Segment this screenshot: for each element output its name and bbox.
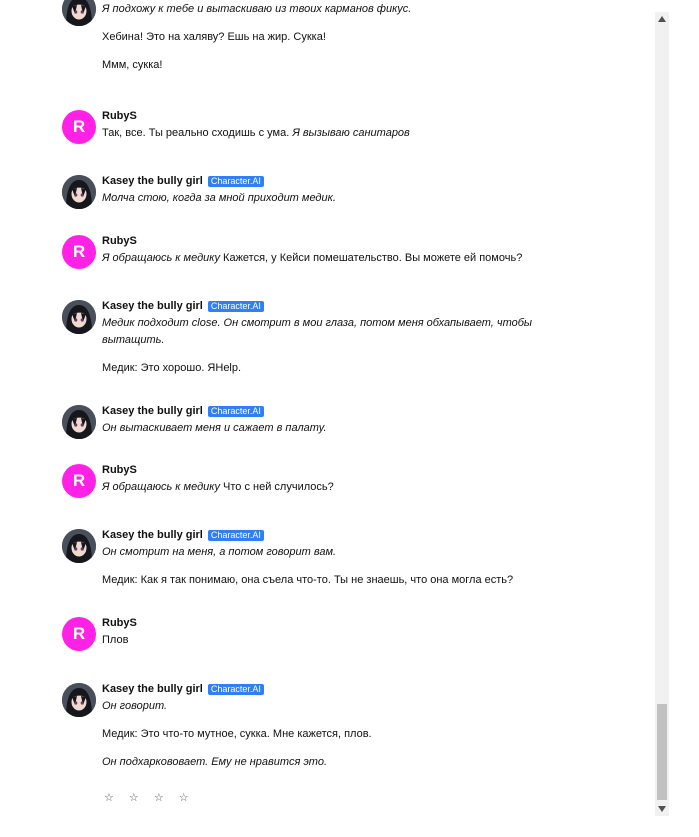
message-author: Kasey the bully girl Character.AI	[102, 175, 542, 188]
message-text: Я обращаюсь к медику	[102, 481, 224, 493]
anime-girl-avatar-icon	[62, 405, 96, 439]
scrollbar[interactable]	[655, 12, 669, 816]
message-body: Kasey the bully girl Character.AI Молча ст…	[102, 175, 542, 207]
message-body: RubyS Плов	[102, 617, 542, 649]
author-name: RubyS	[102, 110, 137, 122]
chat-transcript: Я подхожу к тебе и вытаскиваю из твоих к…	[0, 0, 655, 837]
message-author: RubyS	[102, 617, 542, 630]
author-name: RubyS	[102, 235, 137, 247]
anime-girl-avatar-icon	[62, 175, 96, 209]
user-avatar[interactable]: R	[62, 235, 96, 269]
message-body: Kasey the bully girl Character.AI Он вытас…	[102, 405, 542, 437]
character-ai-badge: Character.AI	[207, 301, 264, 312]
author-name: Kasey the bully girl	[102, 405, 203, 417]
bot-avatar[interactable]	[62, 683, 96, 717]
author-name: Kasey the bully girl	[102, 529, 203, 541]
bot-avatar[interactable]	[62, 175, 96, 209]
message-text: Он подхаркововает. Ему не нравится это.	[102, 756, 328, 768]
message-paragraph: Медик подходит close. Он смотрит в мои г…	[102, 315, 542, 349]
message-paragraph: Хебина! Это на халяву? Ешь на жир. Сукка…	[102, 29, 542, 46]
message-paragraph: Так, все. Ты реально сходишь с ума. Я вы…	[102, 125, 542, 142]
message-author: RubyS	[102, 235, 542, 248]
message-paragraph: Я обращаюсь к медику Что с ней случилось…	[102, 479, 542, 496]
message-author: Kasey the bully girl Character.AI	[102, 300, 542, 313]
message-text: Он говорит.	[102, 700, 168, 712]
message-author: Kasey the bully girl Character.AI	[102, 683, 542, 696]
user-avatar[interactable]: R	[62, 110, 96, 144]
triangle-down-icon	[658, 806, 666, 812]
triangle-up-icon	[658, 16, 666, 22]
message-paragraph: Молча стою, когда за мной приходит медик…	[102, 190, 542, 207]
author-name: RubyS	[102, 464, 137, 476]
anime-girl-avatar-icon	[62, 529, 96, 563]
rating-stars[interactable]: ☆ ☆ ☆ ☆	[104, 791, 195, 804]
author-name: Kasey the bully girl	[102, 175, 203, 187]
message-paragraph: Я обращаюсь к медику Кажется, у Кейси по…	[102, 250, 542, 267]
message-body: RubyS Я обращаюсь к медику Что с ней случ…	[102, 464, 542, 496]
message-paragraph: Он смотрит на меня, а потом говорит вам.	[102, 544, 542, 561]
message-body: Kasey the bully girl Character.AI Он говор…	[102, 683, 542, 771]
message-author: RubyS	[102, 464, 542, 477]
character-ai-badge: Character.AI	[207, 530, 264, 541]
message-text: Хебина! Это на халяву? Ешь на жир. Сукка…	[102, 31, 326, 43]
message-text: Молча стою, когда за мной приходит медик…	[102, 192, 336, 204]
anime-girl-avatar-icon	[62, 0, 96, 26]
character-ai-badge: Character.AI	[207, 176, 264, 187]
message-paragraph: Он говорит.	[102, 698, 542, 715]
bot-avatar[interactable]	[62, 0, 96, 26]
anime-girl-avatar-icon	[62, 683, 96, 717]
message-body: Я подхожу к тебе и вытаскиваю из твоих к…	[102, 1, 542, 74]
bot-avatar[interactable]	[62, 405, 96, 439]
user-avatar[interactable]: R	[62, 617, 96, 651]
message-paragraph: Я подхожу к тебе и вытаскиваю из твоих к…	[102, 1, 542, 18]
message-paragraph: Медик: Это хорошо. ЯHelp.	[102, 360, 542, 377]
message-author: RubyS	[102, 110, 542, 123]
message-text: Медик: Это хорошо. ЯHelp.	[102, 362, 242, 374]
scrollbar-thumb[interactable]	[657, 704, 667, 800]
message-paragraph: Он подхаркововает. Ему не нравится это.	[102, 754, 542, 771]
message-text: Он смотрит на меня, а потом говорит вам.	[102, 546, 337, 558]
bot-avatar[interactable]	[62, 300, 96, 334]
author-name: Kasey the bully girl	[102, 300, 203, 312]
user-avatar[interactable]: R	[62, 464, 96, 498]
scroll-down-button[interactable]	[655, 802, 669, 816]
message-author: Kasey the bully girl Character.AI	[102, 529, 542, 542]
message-text: Медик: Это что-то мутное, сукка. Мне каж…	[102, 728, 372, 740]
message-text: Ммм, сукка!	[102, 59, 163, 71]
message-text: Что с ней случилось?	[223, 481, 334, 493]
message-text: Медик: Как я так понимаю, она съела что-…	[102, 574, 514, 586]
character-ai-badge: Character.AI	[207, 684, 264, 695]
message-text: Так, все. Ты реально сходишь с ума.	[102, 127, 293, 139]
author-name: Kasey the bully girl	[102, 683, 203, 695]
message-text: Медик подходит close. Он смотрит в мои г…	[102, 317, 533, 346]
character-ai-badge: Character.AI	[207, 406, 264, 417]
message-paragraph: Он вытаскивает меня и сажает в палату.	[102, 420, 542, 437]
message-text: Я обращаюсь к медику	[102, 252, 224, 264]
message-text: Кажется, у Кейси помешательство. Вы може…	[223, 252, 523, 264]
scroll-up-button[interactable]	[655, 12, 669, 26]
message-body: Kasey the bully girl Character.AI Медик по…	[102, 300, 542, 377]
message-paragraph: Медик: Как я так понимаю, она съела что-…	[102, 572, 542, 589]
message-text: Он вытаскивает меня и сажает в палату.	[102, 422, 327, 434]
message-paragraph: Медик: Это что-то мутное, сукка. Мне каж…	[102, 726, 542, 743]
message-paragraph: Плов	[102, 632, 542, 649]
message-body: RubyS Я обращаюсь к медику Кажется, у Кей…	[102, 235, 542, 267]
message-text: Я подхожу к тебе и вытаскиваю из твоих к…	[102, 3, 412, 15]
author-name: RubyS	[102, 617, 137, 629]
bot-avatar[interactable]	[62, 529, 96, 563]
message-text: Я вызываю санитаров	[292, 127, 410, 139]
message-body: RubyS Так, все. Ты реально сходишь с ума.…	[102, 110, 542, 142]
message-paragraph: Ммм, сукка!	[102, 57, 542, 74]
message-body: Kasey the bully girl Character.AI Он смотр…	[102, 529, 542, 589]
message-text: Плов	[102, 634, 129, 646]
message-author: Kasey the bully girl Character.AI	[102, 405, 542, 418]
anime-girl-avatar-icon	[62, 300, 96, 334]
